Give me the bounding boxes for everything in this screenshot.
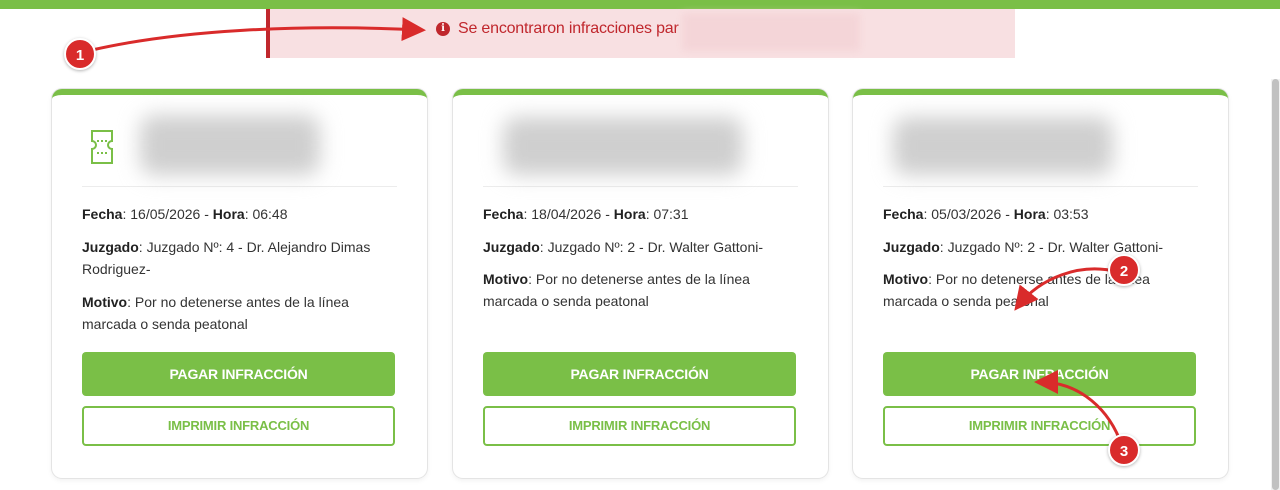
juzgado-label: Juzgado — [483, 239, 540, 255]
motivo-line: Motivo: Por no detenerse antes de la lín… — [883, 271, 1150, 309]
hora-label: Hora — [212, 206, 245, 222]
hora-value: 06:48 — [252, 206, 288, 222]
top-accent-bar — [0, 0, 1280, 9]
motivo-label: Motivo — [483, 271, 529, 287]
pay-infraction-button[interactable]: PAGAR INFRACCIÓN — [483, 352, 796, 396]
card-header — [483, 95, 798, 187]
juzgado-label: Juzgado — [82, 239, 139, 255]
print-infraction-button[interactable]: IMPRIMIR INFRACCIÓN — [883, 406, 1196, 446]
fecha-line: Fecha: 05/03/2026 - Hora: 03:53 — [883, 206, 1089, 222]
juzgado-line: Juzgado: Juzgado Nº: 4 - Dr. Alejandro D… — [82, 239, 371, 277]
redacted-plate — [140, 115, 320, 175]
motivo-line: Motivo: Por no detenerse antes de la lín… — [82, 294, 349, 332]
redacted-plate — [893, 117, 1113, 175]
hora-value: 03:53 — [1053, 206, 1089, 222]
redacted-area — [682, 13, 860, 51]
print-infraction-button[interactable]: IMPRIMIR INFRACCIÓN — [483, 406, 796, 446]
annotation-marker-1: 1 — [64, 38, 96, 70]
pay-infraction-button[interactable]: PAGAR INFRACCIÓN — [883, 352, 1196, 396]
fecha-value: 05/03/2026 — [931, 206, 1002, 222]
juzgado-value: Juzgado Nº: 2 - Dr. Walter Gattoni- — [547, 239, 764, 255]
motivo-label: Motivo — [883, 271, 929, 287]
redacted-plate — [503, 117, 743, 175]
juzgado-line: Juzgado: Juzgado Nº: 2 - Dr. Walter Gatt… — [883, 239, 1164, 255]
juzgado-label: Juzgado — [883, 239, 940, 255]
print-infraction-button[interactable]: IMPRIMIR INFRACCIÓN — [82, 406, 395, 446]
infraction-card: Fecha: 16/05/2026 - Hora: 06:48 Juzgado:… — [52, 89, 427, 478]
fecha-value: 16/05/2026 — [130, 206, 201, 222]
fecha-line: Fecha: 18/04/2026 - Hora: 07:31 — [483, 206, 689, 222]
card-header — [883, 95, 1198, 187]
hora-value: 07:31 — [653, 206, 689, 222]
motivo-label: Motivo — [82, 294, 128, 310]
fecha-line: Fecha: 16/05/2026 - Hora: 06:48 — [82, 206, 288, 222]
annotation-marker-2: 2 — [1108, 254, 1140, 286]
fecha-value: 18/04/2026 — [531, 206, 602, 222]
infractions-alert: i Se encontraron infracciones par — [266, 9, 1015, 58]
alert-message: Se encontraron infracciones par — [458, 20, 679, 37]
motivo-line: Motivo: Por no detenerse antes de la lín… — [483, 271, 750, 309]
fecha-label: Fecha — [82, 206, 123, 222]
infraction-card: Fecha: 05/03/2026 - Hora: 03:53 Juzgado:… — [853, 89, 1228, 478]
ticket-icon — [91, 130, 113, 164]
info-circle-icon: i — [436, 22, 450, 36]
hora-label: Hora — [1013, 206, 1046, 222]
scrollbar-thumb[interactable] — [1272, 79, 1279, 490]
pay-infraction-button[interactable]: PAGAR INFRACCIÓN — [82, 352, 395, 396]
infraction-card: Fecha: 18/04/2026 - Hora: 07:31 Juzgado:… — [453, 89, 828, 478]
fecha-label: Fecha — [483, 206, 524, 222]
juzgado-line: Juzgado: Juzgado Nº: 2 - Dr. Walter Gatt… — [483, 239, 764, 255]
annotation-marker-3: 3 — [1108, 434, 1140, 466]
page-scrollbar[interactable] — [1271, 79, 1280, 490]
juzgado-value: Juzgado Nº: 2 - Dr. Walter Gattoni- — [947, 239, 1164, 255]
card-header — [82, 95, 397, 187]
fecha-label: Fecha — [883, 206, 924, 222]
hora-label: Hora — [613, 206, 646, 222]
